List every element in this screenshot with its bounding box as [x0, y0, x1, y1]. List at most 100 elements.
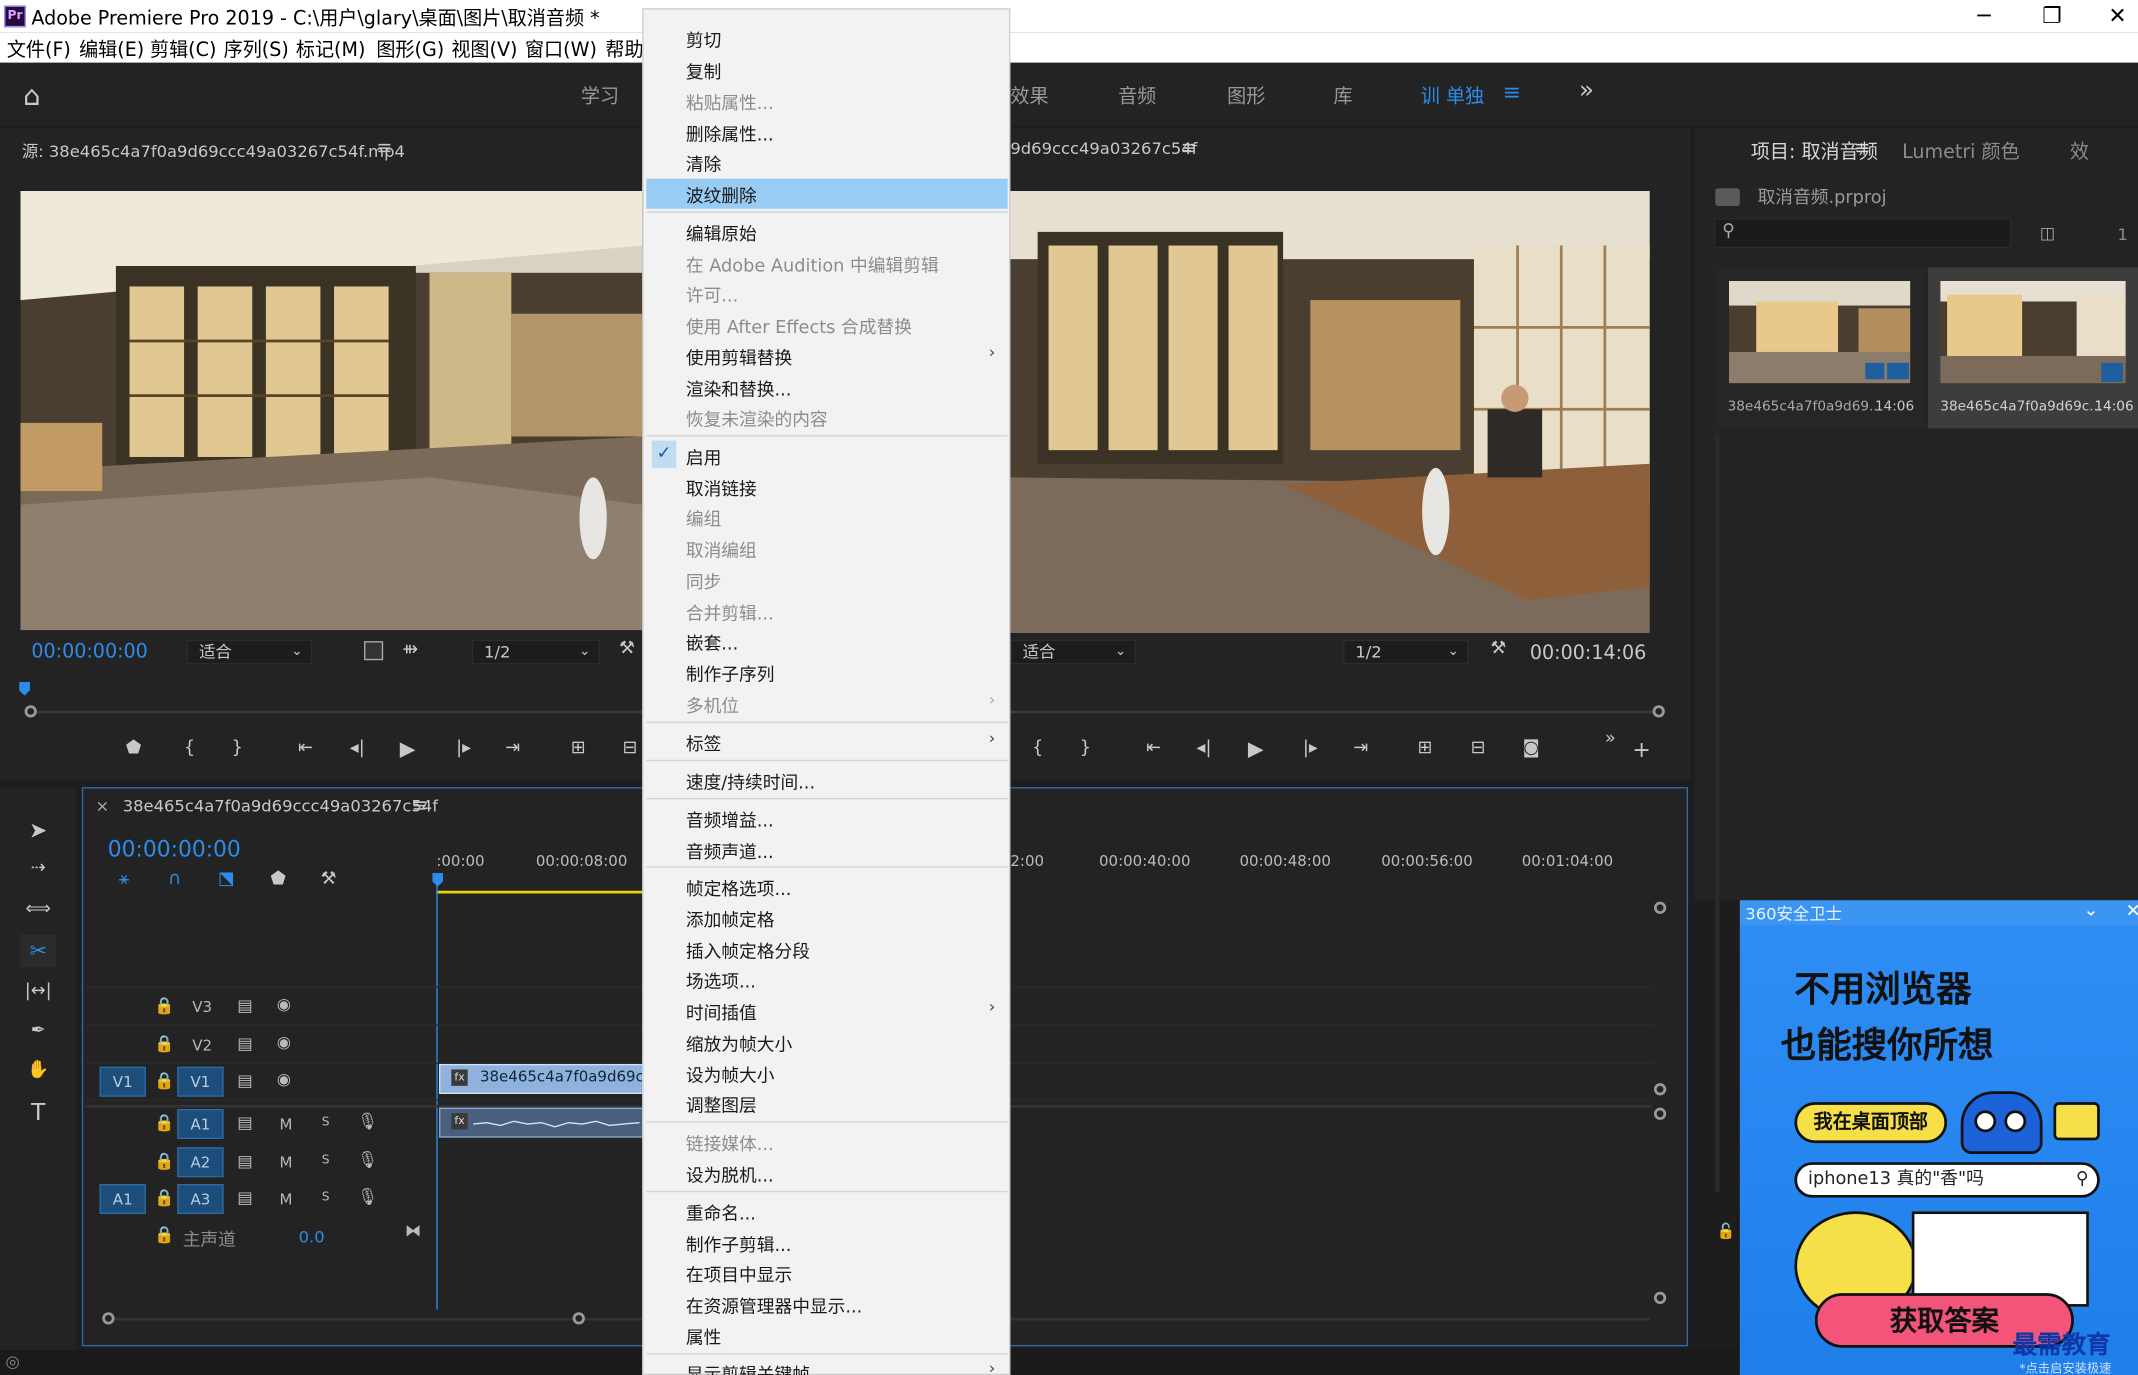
- menu-item-make-subsequence[interactable]: 制作子序列: [686, 660, 775, 686]
- menu-item-replace-with-clip[interactable]: 使用剪辑替换: [686, 344, 792, 369]
- menu-item-unlink[interactable]: 取消链接: [686, 475, 757, 500]
- ad-close-icon[interactable]: ✕: [2126, 902, 2138, 922]
- microphone-icon[interactable]: 🎙: [357, 1187, 378, 1206]
- insert-icon[interactable]: ⊞: [564, 738, 591, 758]
- menu-clip[interactable]: 剪辑(C): [150, 35, 216, 62]
- go-to-in-icon[interactable]: ⇤: [292, 738, 319, 758]
- lift-icon[interactable]: ⊞: [1411, 738, 1438, 758]
- menu-edit[interactable]: 编辑(E): [79, 35, 144, 62]
- razor-tool-icon[interactable]: ✂: [20, 934, 56, 968]
- menu-item-make-offline[interactable]: 设为脱机...: [686, 1161, 774, 1186]
- track-label-a1[interactable]: A1: [177, 1109, 224, 1140]
- restore-button[interactable]: ❐: [2021, 3, 2084, 30]
- sync-lock-icon[interactable]: ▤: [237, 1188, 252, 1207]
- program-go-to-out-icon[interactable]: ⇥: [1347, 738, 1374, 758]
- work-area-bar[interactable]: [436, 890, 644, 894]
- microphone-icon[interactable]: 🎙: [357, 1150, 378, 1169]
- lock-track-icon[interactable]: 🔒: [154, 1188, 174, 1207]
- microphone-icon[interactable]: 🎙: [357, 1112, 378, 1131]
- ripple-edit-tool-icon[interactable]: ⟺: [25, 899, 52, 919]
- solo-button[interactable]: S: [322, 1116, 330, 1130]
- program-panel-title[interactable]: 9d69ccc49a03267c54f: [1010, 139, 1197, 158]
- workspace-graphics[interactable]: 图形: [1227, 82, 1265, 109]
- menu-item-edit-original[interactable]: 编辑原始: [686, 220, 757, 245]
- safe-margins-icon[interactable]: [364, 641, 384, 661]
- program-resolution-select[interactable]: 1/2 ⌄: [1343, 639, 1469, 665]
- menu-item-render-and-replace[interactable]: 渲染和替换...: [686, 375, 792, 401]
- minimize-button[interactable]: ─: [1953, 3, 2016, 30]
- program-play-icon[interactable]: ▶: [1242, 737, 1269, 762]
- sync-lock-icon[interactable]: ▤: [237, 996, 252, 1015]
- nest-toggle-icon[interactable]: ⚹: [110, 869, 137, 889]
- source-patch-a1[interactable]: A1: [99, 1184, 146, 1215]
- mark-in-icon[interactable]: {: [176, 738, 203, 758]
- master-volume-value[interactable]: 0.0: [299, 1228, 325, 1247]
- program-settings-wrench-icon[interactable]: ⚒: [1490, 638, 1506, 658]
- program-zoom-end-handle[interactable]: [1652, 705, 1665, 718]
- drag-video-icon[interactable]: ⇻: [402, 638, 418, 660]
- source-scrub-bar[interactable]: [29, 710, 644, 714]
- ad-collapse-icon[interactable]: ⌄: [2083, 900, 2098, 920]
- sync-lock-icon[interactable]: ▤: [237, 1113, 252, 1132]
- workspace-effects[interactable]: 效果: [1010, 82, 1048, 109]
- source-zoom-start-handle[interactable]: [24, 705, 37, 718]
- program-overflow-icon[interactable]: »: [1597, 728, 1624, 748]
- source-resolution-select[interactable]: 1/2 ⌄: [471, 639, 600, 665]
- mute-button[interactable]: M: [280, 1154, 293, 1172]
- timeline-zoom-start-handle[interactable]: [102, 1312, 115, 1325]
- pen-tool-icon[interactable]: ✒: [25, 1020, 52, 1040]
- program-go-to-in-icon[interactable]: ⇤: [1140, 738, 1167, 758]
- eye-icon[interactable]: ◉: [277, 1069, 291, 1088]
- step-forward-icon[interactable]: |▸: [450, 738, 477, 758]
- video-clip[interactable]: fx 38e465c4a7f0a9d69ccc49: [439, 1063, 679, 1095]
- menu-item-enable[interactable]: 启用: [686, 443, 721, 469]
- menu-item-set-to-frame-size[interactable]: 设为帧大小: [686, 1061, 775, 1087]
- button-editor-icon[interactable]: +: [1628, 737, 1655, 763]
- source-play-icon[interactable]: ▶: [394, 737, 421, 762]
- export-frame-icon[interactable]: ◙: [1518, 738, 1545, 758]
- video-scroll-top-handle[interactable]: [1653, 901, 1667, 914]
- menu-item-frame-hold-options[interactable]: 帧定格选项...: [686, 874, 792, 900]
- timeline-timecode[interactable]: 00:00:00:00: [108, 836, 241, 862]
- extract-icon[interactable]: ⊟: [1464, 738, 1491, 758]
- menu-item-clear[interactable]: 清除: [686, 150, 721, 176]
- eye-icon[interactable]: ◉: [277, 994, 291, 1013]
- sequence-menu-icon[interactable]: ≡: [412, 795, 428, 817]
- lock-track-icon[interactable]: 🔒: [154, 1071, 174, 1090]
- home-icon[interactable]: ⌂: [23, 79, 40, 112]
- menu-item-time-interpolation[interactable]: 时间插值: [686, 999, 757, 1024]
- type-tool-icon[interactable]: T: [25, 1099, 52, 1126]
- program-mark-out-icon[interactable]: }: [1072, 738, 1099, 758]
- menu-item-scale-to-frame-size[interactable]: 缩放为帧大小: [686, 1030, 792, 1055]
- go-to-end-icon[interactable]: ⧓: [405, 1221, 421, 1240]
- slip-tool-icon[interactable]: |↔|: [25, 981, 52, 1001]
- source-fit-select[interactable]: 适合 ⌄: [186, 639, 313, 665]
- workspace-menu-icon[interactable]: ≡: [1503, 79, 1521, 105]
- lock-track-icon[interactable]: 🔒: [154, 1034, 174, 1053]
- workspace-audio[interactable]: 音频: [1118, 82, 1156, 109]
- project-item[interactable]: 38e465c4a7f0a9d69... 14:06: [1715, 267, 1926, 429]
- menu-window[interactable]: 窗口(W): [525, 35, 597, 62]
- hand-tool-icon[interactable]: ✋: [25, 1060, 52, 1080]
- find-bin-icon[interactable]: ◫: [2040, 224, 2055, 243]
- close-sequence-icon[interactable]: ×: [95, 797, 109, 816]
- menu-item-make-subclip[interactable]: 制作子剪辑...: [686, 1230, 792, 1256]
- overwrite-icon[interactable]: ⊟: [616, 738, 643, 758]
- menu-item-speed-duration[interactable]: 速度/持续时间...: [686, 768, 815, 793]
- menu-marker[interactable]: 标记(M): [296, 35, 366, 62]
- source-panel-menu-icon[interactable]: ≡: [376, 138, 392, 160]
- menu-item-audio-gain[interactable]: 音频增益...: [686, 806, 774, 832]
- sync-lock-icon[interactable]: ▤: [237, 1034, 252, 1053]
- close-window-button[interactable]: ✕: [2086, 3, 2138, 30]
- menu-item-label[interactable]: 标签: [686, 730, 721, 755]
- effects-tab[interactable]: 效: [2070, 138, 2089, 165]
- add-marker-icon[interactable]: ⬟: [120, 738, 147, 758]
- menu-item-reveal-in-explorer[interactable]: 在资源管理器中显示...: [686, 1292, 862, 1317]
- workspace-overflow-icon[interactable]: »: [1579, 76, 1594, 105]
- lock-track-icon[interactable]: 🔒: [154, 1151, 174, 1170]
- sequence-tab[interactable]: 38e465c4a7f0a9d69ccc49a03267c54f: [123, 797, 438, 816]
- menu-item-reveal-in-project[interactable]: 在项目中显示: [686, 1260, 792, 1286]
- menu-item-audio-channels[interactable]: 音频声道...: [686, 838, 774, 863]
- menu-item-remove-attributes[interactable]: 删除属性...: [686, 120, 774, 145]
- menu-file[interactable]: 文件(F): [7, 35, 71, 62]
